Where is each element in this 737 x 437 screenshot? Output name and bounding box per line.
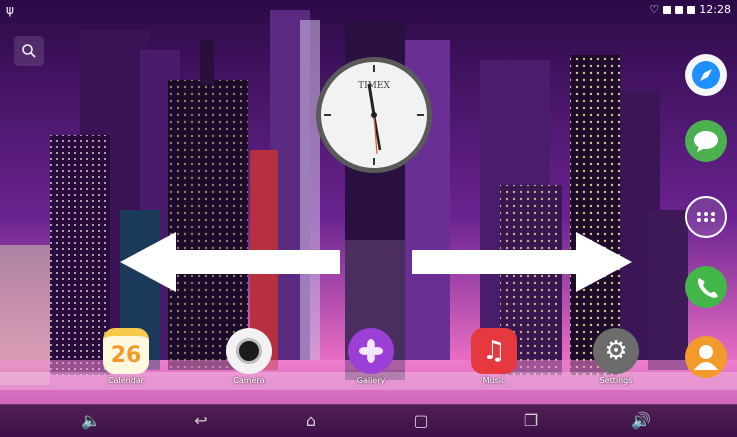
chat-icon <box>694 131 718 152</box>
status-bar: ψ ♡ 12:28 <box>0 0 737 22</box>
battery-icon <box>687 6 696 14</box>
settings-app[interactable]: ⚙ Settings <box>588 328 644 385</box>
gear-icon: ⚙ <box>593 328 639 374</box>
gallery-icon <box>348 328 394 374</box>
compass-icon <box>692 61 720 89</box>
browser-button[interactable] <box>685 54 727 96</box>
search-button[interactable] <box>14 36 44 66</box>
app-drawer-button[interactable] <box>685 196 727 238</box>
swipe-right-arrow-icon <box>412 232 632 292</box>
back-button[interactable]: ↩ <box>186 410 216 432</box>
screenshot-icon: ▢ <box>413 411 429 430</box>
signal-icon <box>663 6 672 14</box>
notification-icon: ♡ <box>649 3 660 16</box>
back-icon: ↩ <box>194 411 208 430</box>
recents-button[interactable]: ❐ <box>516 410 546 432</box>
messaging-button[interactable] <box>685 120 727 162</box>
music-icon: ♫ <box>471 328 517 374</box>
volume-down-icon: 🔈 <box>81 411 101 430</box>
status-icons: ♡ 12:28 <box>649 3 731 17</box>
status-time: 12:28 <box>699 3 731 16</box>
recents-icon: ❐ <box>523 411 539 430</box>
camera-app[interactable]: Camera <box>221 328 277 385</box>
usb-icon: ψ <box>6 3 14 17</box>
camera-icon <box>226 328 272 374</box>
volume-down-button[interactable]: 🔈 <box>76 410 106 432</box>
navigation-bar: 🔈 ↩ ⌂ ▢ ❐ 🔊 <box>0 404 737 437</box>
gallery-label: Gallery <box>356 376 386 385</box>
volume-up-button[interactable]: 🔊 <box>626 410 656 432</box>
gallery-app[interactable]: Gallery <box>343 328 399 385</box>
calendar-icon: 26 <box>103 328 149 374</box>
search-icon <box>22 44 36 58</box>
phone-icon <box>698 278 718 298</box>
phone-button[interactable] <box>685 266 727 308</box>
home-screen: ψ ♡ 12:28 TIMEX 26 Calendar Camera Galle… <box>0 0 737 437</box>
calendar-label: Calendar <box>108 376 144 385</box>
settings-label: Settings <box>599 376 633 385</box>
volume-up-icon: 🔊 <box>631 411 651 430</box>
app-row: 26 Calendar Camera Gallery ♫ Music ⚙ Set… <box>0 328 737 388</box>
music-app[interactable]: ♫ Music <box>466 328 522 385</box>
music-label: Music <box>482 376 506 385</box>
calendar-app[interactable]: 26 Calendar <box>98 328 154 385</box>
clock-brand: TIMEX <box>358 81 390 91</box>
analog-clock-widget[interactable]: TIMEX <box>313 54 435 176</box>
wifi-icon <box>675 6 684 14</box>
home-icon: ⌂ <box>305 411 317 430</box>
home-button[interactable]: ⌂ <box>296 410 326 432</box>
camera-label: Camera <box>233 376 265 385</box>
grid-icon <box>697 212 715 222</box>
calendar-date: 26 <box>110 342 142 368</box>
swipe-left-arrow-icon <box>120 232 340 292</box>
screenshot-button[interactable]: ▢ <box>406 410 436 432</box>
